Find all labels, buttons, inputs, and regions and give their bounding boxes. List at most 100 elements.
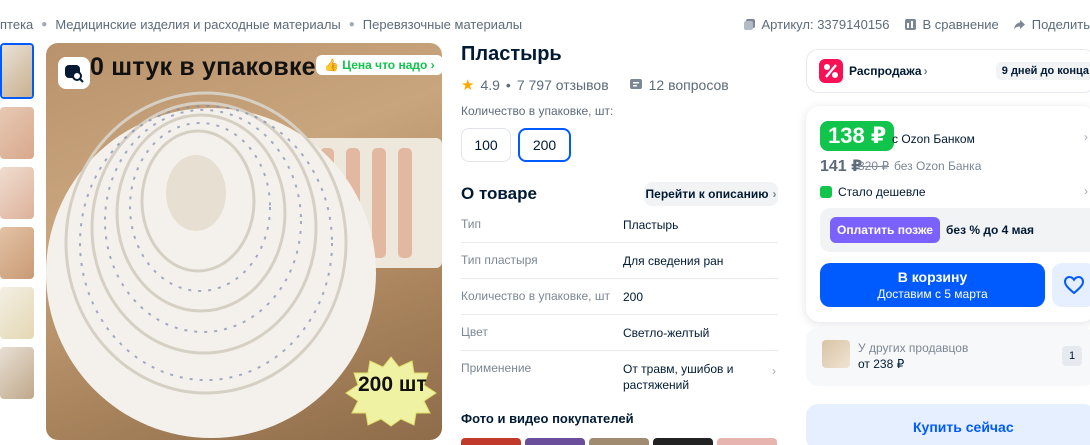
product-main-image[interactable]: 0 штук в упаковке 👍 Цена что надо › 200 … [46, 43, 442, 440]
chevron-right-icon: › [923, 64, 928, 78]
product-title: Пластырь [461, 43, 562, 65]
good-price-badge[interactable]: 👍 Цена что надо › [316, 55, 442, 75]
pay-later-button[interactable]: Оплатить позже [830, 217, 940, 243]
go-to-description-label: Перейти к описанию [645, 187, 769, 201]
customer-photos-heading: Фото и видео покупателей [461, 411, 634, 426]
copy-icon [743, 19, 755, 30]
favorite-button[interactable] [1052, 263, 1090, 307]
thumbnail[interactable] [0, 43, 34, 99]
pay-later-terms: без % до 4 мая [945, 223, 1035, 237]
spec-row: Цвет Светло-желтый [461, 315, 778, 351]
share-label: Поделить [1031, 17, 1090, 32]
breadcrumb-separator: ● [348, 19, 355, 30]
image-overlay-title: 0 штук в упаковке [90, 53, 316, 81]
pay-later-block: Оплатить позже без % до 4 мая [820, 208, 1090, 252]
image-search-button[interactable] [58, 57, 90, 89]
questions-label: 12 вопросов [648, 77, 729, 93]
spec-row: Количество в упаковке, шт 200 [461, 279, 778, 315]
share-icon [1013, 20, 1025, 30]
customer-photo[interactable] [717, 438, 777, 445]
question-chat-icon [629, 79, 642, 89]
spec-key: Применение [461, 361, 532, 375]
chevron-right-icon: › [772, 187, 777, 201]
spec-row-expandable[interactable]: Применение От травм, ушибов и растяжений… [461, 351, 778, 402]
delivery-date: Доставим с 5 марта [877, 287, 988, 301]
spec-value: 200 [623, 290, 644, 304]
quantity-option-200[interactable]: 200 [518, 128, 571, 162]
breadcrumb: птека ● Медицинские изделия и расходные … [0, 17, 522, 32]
buy-now-button[interactable]: Купить сейчас [806, 404, 1090, 445]
rating-value: 4.9 [480, 77, 500, 93]
sale-label: Распродажа [849, 64, 922, 78]
spec-value: От травм, ушибов и растяжений [623, 362, 734, 392]
image-search-icon [65, 65, 84, 83]
reviews-link[interactable]: 7 797 отзывов [517, 77, 609, 93]
customer-photo[interactable] [653, 438, 713, 445]
chevron-right-icon: › [772, 364, 776, 378]
no-bank-label: без Ozon Банка [894, 159, 982, 173]
chevron-right-icon: › [1084, 184, 1088, 198]
spec-value: Светло-желтый [623, 326, 710, 340]
add-to-cart-button[interactable]: В корзину Доставим с 5 марта [820, 263, 1045, 307]
old-price: 320 ₽ [858, 159, 889, 173]
spec-key: Цвет [461, 325, 488, 339]
other-seller-thumbnail [822, 340, 850, 368]
product-meta-bar: Артикул: 3379140156 В сравнение Поделить [743, 17, 1090, 32]
customer-photo[interactable] [525, 438, 585, 445]
thumbnail[interactable] [0, 167, 34, 219]
sale-countdown: 9 дней до конца [995, 62, 1090, 80]
thumbnail[interactable] [0, 347, 34, 399]
spec-key: Тип пластыря [461, 253, 538, 267]
rating-row: ★ 4.9 • 7 797 отзывов 12 вопросов [461, 76, 729, 94]
quantity-option-100[interactable]: 100 [461, 128, 511, 162]
breadcrumb-item-dressing[interactable]: Перевязочные материалы [363, 17, 522, 32]
compare-button[interactable]: В сравнение [904, 17, 999, 32]
add-to-cart-label: В корзину [897, 269, 968, 285]
thumbnail[interactable] [0, 107, 34, 159]
price-drop-notice: Стало дешевле [820, 185, 926, 199]
about-heading: О товаре [461, 184, 537, 203]
compare-label: В сравнение [922, 17, 999, 32]
quantity-label: Количество в упаковке, шт: [461, 104, 614, 118]
thumbnail[interactable] [0, 287, 34, 339]
breadcrumb-item-medical[interactable]: Медицинские изделия и расходные материал… [55, 17, 340, 32]
customer-photo[interactable] [461, 438, 521, 445]
regular-price: 141 ₽ [820, 158, 863, 175]
thumbnail[interactable] [0, 227, 34, 279]
thumbnail-gallery [0, 43, 34, 407]
price-card: 138 ₽ с Ozon Банком 141 ₽ 320 ₽ без Ozon… [806, 106, 1090, 322]
questions-link[interactable]: 12 вопросов [629, 77, 729, 93]
go-to-description-button[interactable]: Перейти к описанию › [644, 182, 778, 206]
spec-row: Тип пластыря Для сведения ран [461, 243, 778, 279]
badge-label: Цена что надо [342, 58, 428, 72]
percent-icon [819, 59, 843, 83]
ozon-bank-price: 138 ₽ [820, 121, 895, 151]
ozon-bank-label: с Ozon Банком [892, 132, 975, 146]
breadcrumb-separator: ● [41, 19, 48, 30]
other-sellers-price: от 238 ₽ [858, 357, 905, 371]
sale-banner[interactable]: Распродажа › 9 дней до конца [806, 49, 1090, 93]
share-button[interactable]: Поделить [1013, 17, 1090, 32]
article-text: Артикул: 3379140156 [761, 17, 890, 32]
article-number[interactable]: Артикул: 3379140156 [743, 17, 890, 32]
customer-photo[interactable] [589, 438, 649, 445]
spec-row: Тип Пластырь [461, 207, 778, 243]
heart-icon [1064, 276, 1084, 294]
spec-value: Пластырь [623, 218, 679, 232]
star-icon: ★ [461, 77, 475, 94]
thumbs-up-icon: 👍 [324, 58, 343, 72]
chevron-right-icon: › [1084, 130, 1088, 144]
other-sellers-card[interactable]: У других продавцов от 238 ₽ 1 [806, 328, 1090, 386]
other-sellers-title: У других продавцов [858, 341, 969, 355]
spec-value: Для сведения ран [623, 254, 724, 268]
compare-icon [904, 19, 916, 30]
breadcrumb-item-pharmacy[interactable]: птека [0, 17, 33, 32]
price-drop-label: Стало дешевле [838, 185, 926, 199]
spec-key: Количество в упаковке, шт [461, 289, 610, 303]
spec-key: Тип [461, 217, 482, 231]
other-sellers-count: 1 [1062, 346, 1082, 366]
customer-photos-strip [461, 438, 777, 445]
arrow-down-icon [820, 186, 832, 198]
rating-separator: • [505, 77, 511, 93]
specs-table: Тип Пластырь Тип пластыря Для сведения р… [461, 207, 778, 402]
